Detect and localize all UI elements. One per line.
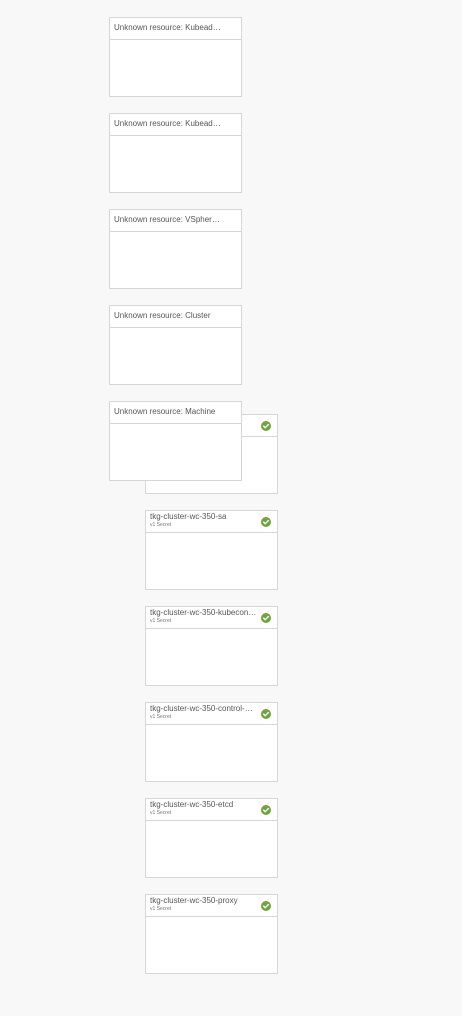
- resource-card-secret[interactable]: tkg-cluster-wc-350-etcd v1 Secret: [145, 798, 278, 878]
- card-subtitle: v1 Secret: [150, 906, 172, 912]
- card-title: tkg-cluster-wc-350-etcd: [150, 800, 234, 809]
- resource-card-secret[interactable]: tkg-cluster-wc-350-kubecon… v1 Secret: [145, 606, 278, 686]
- card-header: tkg-cluster-wc-350-proxy v1 Secret: [146, 895, 277, 917]
- card-title: tkg-cluster-wc-350-control-…: [150, 704, 253, 713]
- check-circle-icon: [261, 613, 271, 623]
- card-header: Unknown resource: Kubead…: [110, 18, 241, 40]
- check-circle-icon: [261, 901, 271, 911]
- card-header: Unknown resource: Kubead…: [110, 114, 241, 136]
- resource-card-unknown[interactable]: Unknown resource: Machine: [109, 401, 242, 481]
- card-header: tkg-cluster-wc-350-kubecon… v1 Secret: [146, 607, 277, 629]
- check-circle-icon: [261, 421, 271, 431]
- card-title: Unknown resource: Cluster: [114, 311, 211, 320]
- card-header: tkg-cluster-wc-350-etcd v1 Secret: [146, 799, 277, 821]
- card-title: tkg-cluster-wc-350-proxy: [150, 896, 238, 905]
- check-circle-icon: [261, 709, 271, 719]
- card-header: Unknown resource: Machine: [110, 402, 241, 424]
- check-circle-icon: [261, 805, 271, 815]
- resource-card-unknown[interactable]: Unknown resource: Kubead…: [109, 17, 242, 97]
- card-subtitle: v1 Secret: [150, 618, 172, 624]
- card-title: Unknown resource: VSpher…: [114, 215, 220, 224]
- resource-card-secret[interactable]: tkg-cluster-wc-350-proxy v1 Secret: [145, 894, 278, 974]
- resource-card-secret[interactable]: tkg-cluster-wc-350-control-… v1 Secret: [145, 702, 278, 782]
- card-title: Unknown resource: Kubead…: [114, 23, 221, 32]
- check-circle-icon: [261, 517, 271, 527]
- card-subtitle: v1 Secret: [150, 522, 172, 528]
- resource-card-secret[interactable]: tkg-cluster-wc-350-sa v1 Secret: [145, 510, 278, 590]
- card-header: Unknown resource: Cluster: [110, 306, 241, 328]
- card-header: Unknown resource: VSpher…: [110, 210, 241, 232]
- resource-card-unknown[interactable]: Unknown resource: Cluster: [109, 305, 242, 385]
- resource-card-unknown[interactable]: Unknown resource: Kubead…: [109, 113, 242, 193]
- card-subtitle: v1 Secret: [150, 714, 172, 720]
- card-title: Unknown resource: Machine: [114, 407, 216, 416]
- card-subtitle: v1 Secret: [150, 810, 172, 816]
- resource-card-unknown[interactable]: Unknown resource: VSpher…: [109, 209, 242, 289]
- card-title: tkg-cluster-wc-350-kubecon…: [150, 608, 257, 617]
- card-header: tkg-cluster-wc-350-control-… v1 Secret: [146, 703, 277, 725]
- card-header: tkg-cluster-wc-350-sa v1 Secret: [146, 511, 277, 533]
- card-title: tkg-cluster-wc-350-sa: [150, 512, 227, 521]
- card-title: Unknown resource: Kubead…: [114, 119, 221, 128]
